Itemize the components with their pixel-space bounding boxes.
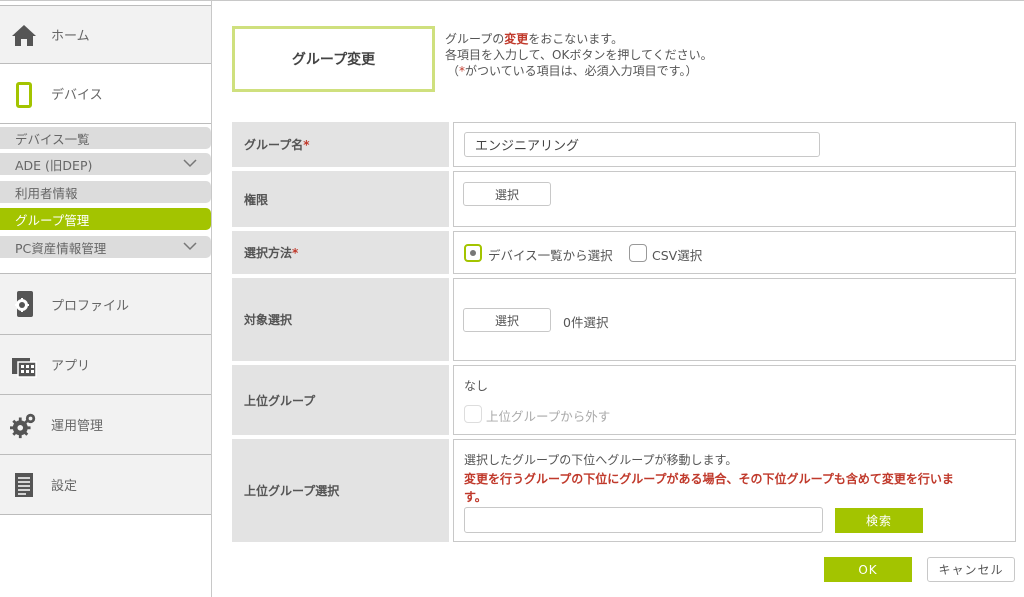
parent-select-label: 上位グループ選択 <box>232 439 449 542</box>
select-method-cell: デバイス一覧から選択 CSV選択 <box>453 231 1016 274</box>
method-csv-radio[interactable] <box>629 244 647 262</box>
sidebar-item-device-list[interactable]: デバイス一覧 <box>0 127 211 149</box>
permission-cell: 選択 <box>453 171 1016 227</box>
group-name-input[interactable]: エンジニアリング <box>464 132 820 157</box>
app-icon <box>10 351 38 379</box>
parent-search-input[interactable] <box>464 507 823 533</box>
nav-profile[interactable]: プロファイル <box>0 273 211 335</box>
group-name-label: グループ名 * <box>232 122 449 167</box>
parent-group-label: 上位グループ <box>232 365 449 435</box>
page-title: グループ変更 <box>232 26 435 92</box>
nav-device-label: デバイス <box>51 88 103 103</box>
required-mark: * <box>303 137 310 152</box>
permission-select-button[interactable]: 選択 <box>463 182 551 206</box>
parent-group-value: なし <box>464 379 489 393</box>
sidebar: ホーム デバイス デバイス一覧 ADE (旧DEP) 利用者情報 グループ管理 … <box>0 1 212 597</box>
sidebar-item-label: ADE (旧DEP) <box>15 157 93 173</box>
nav-app-label: アプリ <box>51 359 91 374</box>
smartphone-icon <box>10 81 38 109</box>
parent-select-note: 選択したグループの下位へグループが移動します。 <box>464 453 738 467</box>
parent-select-warning-cont: す。 <box>464 490 487 504</box>
sidebar-item-pc-asset[interactable]: PC資産情報管理 <box>0 236 211 258</box>
target-count: 0件選択 <box>563 315 609 330</box>
method-csv-label[interactable]: CSV選択 <box>652 245 702 264</box>
home-icon <box>10 21 38 49</box>
chevron-down-icon <box>183 242 197 251</box>
field-label: 権限 <box>244 192 269 207</box>
nav-profile-label: プロファイル <box>51 298 130 314</box>
target-select-label: 対象選択 <box>232 278 449 361</box>
sidebar-item-label: 利用者情報 <box>15 185 78 201</box>
sidebar-item-label: デバイス一覧 <box>15 131 90 147</box>
field-label: 上位グループ選択 <box>244 484 340 498</box>
desc-line: 各項目を入力して、OKボタンを押してください。 <box>445 48 713 62</box>
sidebar-item-label: PC資産情報管理 <box>15 240 107 256</box>
cancel-button[interactable]: キャンセル <box>927 557 1015 582</box>
required-mark: * <box>292 245 299 260</box>
method-device-list-label[interactable]: デバイス一覧から選択 <box>488 245 613 264</box>
sidebar-item-user-info[interactable]: 利用者情報 <box>0 181 211 203</box>
remove-parent-checkbox[interactable] <box>464 405 482 423</box>
nav-home[interactable]: ホーム <box>0 5 211 64</box>
nav-operation-label: 運用管理 <box>51 419 104 434</box>
parent-group-cell: なし 上位グループから外す <box>453 365 1016 435</box>
desc-text: （ <box>447 64 460 78</box>
sidebar-item-ade[interactable]: ADE (旧DEP) <box>0 153 211 175</box>
desc-highlight: 変更 <box>504 32 529 46</box>
nav-device[interactable]: デバイス <box>0 64 211 124</box>
ok-button[interactable]: OK <box>824 557 912 582</box>
search-button[interactable]: 検索 <box>835 508 923 533</box>
sidebar-item-label: グループ管理 <box>15 212 90 228</box>
field-label: グループ名 <box>244 138 304 152</box>
chevron-down-icon <box>183 159 197 168</box>
field-label: 選択方法 <box>244 246 293 260</box>
document-icon <box>10 471 38 499</box>
parent-select-cell: 選択したグループの下位へグループが移動します。 変更を行うグループの下位にグルー… <box>453 439 1016 542</box>
desc-text: がついている項目は、必須入力項目です。） <box>465 64 698 78</box>
desc-text: をおこないます。 <box>528 32 624 46</box>
nav-app[interactable]: アプリ <box>0 335 211 395</box>
group-name-cell: エンジニアリング <box>453 122 1016 167</box>
desc-text: グループの <box>445 32 505 46</box>
parent-select-warning: 変更を行うグループの下位にグループがある場合、その下位グループも含めて変更を行い… <box>464 472 954 486</box>
field-label: 上位グループ <box>244 393 316 408</box>
remove-parent-label: 上位グループから外す <box>486 409 611 424</box>
nav-settings-label: 設定 <box>51 479 78 494</box>
field-label: 対象選択 <box>244 313 293 327</box>
profile-icon <box>10 290 38 318</box>
permission-label: 権限 <box>232 171 449 227</box>
radio-selected-dot <box>470 250 476 256</box>
nav-home-label: ホーム <box>51 29 90 44</box>
method-device-list-radio[interactable] <box>464 244 482 262</box>
sidebar-item-group-management[interactable]: グループ管理 <box>0 208 211 230</box>
gear-icon <box>10 411 38 439</box>
target-select-cell: 選択 0件選択 <box>453 278 1016 361</box>
nav-operation[interactable]: 運用管理 <box>0 395 211 455</box>
page-description: グループの変更をおこないます。 各項目を入力して、OKボタンを押してください。 … <box>445 31 713 79</box>
select-method-label: 選択方法 * <box>232 231 449 274</box>
target-select-button[interactable]: 選択 <box>463 308 551 332</box>
nav-settings[interactable]: 設定 <box>0 455 211 515</box>
